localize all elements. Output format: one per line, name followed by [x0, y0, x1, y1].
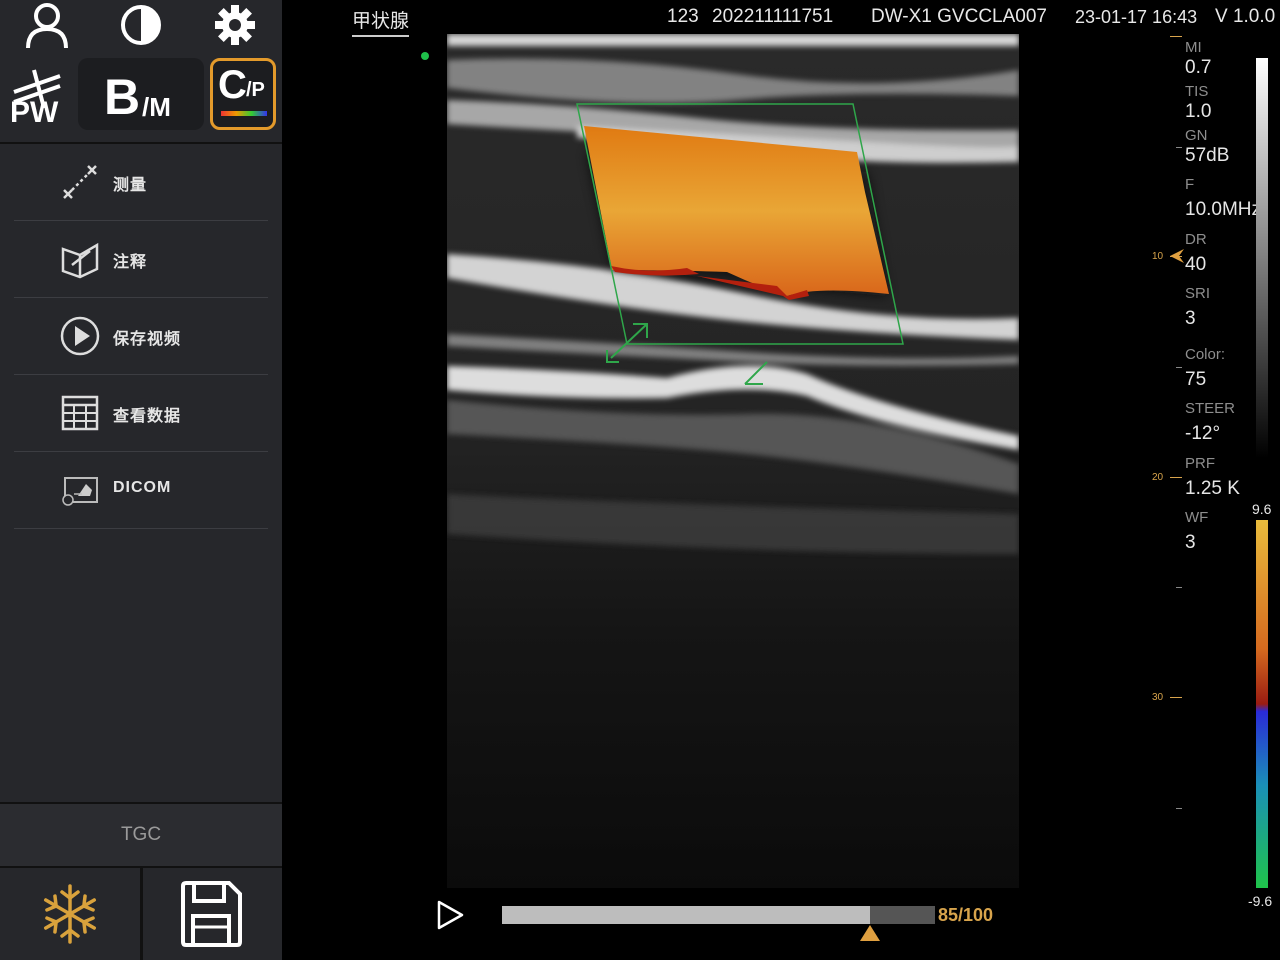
param-value-wf: 3	[1185, 532, 1196, 553]
save-icon	[181, 881, 242, 947]
measure-icon	[63, 165, 97, 199]
bm-mode-label-main: B	[104, 69, 141, 125]
cine-progress-handle[interactable]	[860, 925, 880, 941]
param-label-f: F	[1185, 176, 1195, 193]
param-value-steer: -12°	[1185, 423, 1221, 444]
param-label-gn: GN	[1185, 127, 1208, 144]
frame-counter: 85/100	[938, 905, 994, 925]
param-label-prf: PRF	[1185, 455, 1215, 472]
cp-mode-label-main: C	[218, 63, 247, 107]
table-icon	[61, 395, 99, 431]
menu-item-view-data[interactable]: 查看数据	[14, 375, 268, 452]
user-icon[interactable]	[23, 2, 71, 49]
tgc-label: TGC	[120, 824, 162, 845]
param-value-prf: 1.25 K	[1185, 478, 1240, 499]
param-label-mi: MI	[1185, 39, 1202, 56]
probe-preset[interactable]: 甲状腺	[352, 6, 410, 37]
menu-item-label: 保存视频	[113, 331, 182, 348]
datetime: 23-01-17 16:43	[1075, 7, 1198, 27]
exam-id: 202211111751	[712, 6, 834, 27]
play-icon[interactable]	[434, 899, 466, 931]
annotate-icon	[61, 242, 99, 279]
depth-tick	[1170, 477, 1182, 478]
left-sidebar: PW B /M C /P 测量 注释 保存视频 查看数据 DICOM TGC	[0, 0, 282, 960]
cine-progress-fill	[502, 906, 870, 924]
depth-tick	[1170, 697, 1182, 698]
function-menu: 测量 注释 保存视频 查看数据 DICOM	[0, 142, 282, 802]
bm-mode-label-sub: /M	[142, 92, 171, 122]
version: V 1.0.0	[1215, 6, 1276, 27]
color-strip-icon	[221, 111, 267, 116]
pw-mode-label: PW	[10, 96, 59, 129]
color-scale-max: 9.6	[1252, 501, 1272, 517]
param-value-color: 75	[1185, 369, 1207, 390]
menu-item-measure[interactable]: 测量	[14, 144, 268, 221]
depth-tick	[1176, 147, 1182, 148]
cine-progress-bar[interactable]	[502, 906, 935, 924]
menu-item-save-video[interactable]: 保存视频	[14, 298, 268, 375]
grayscale-bar	[1256, 58, 1268, 458]
cp-mode-label-sub: /P	[246, 79, 265, 101]
param-label-sri: SRI	[1185, 285, 1211, 302]
menu-item-label: DICOM	[113, 479, 172, 496]
patient-id: 123	[667, 6, 699, 27]
top-icon-bar	[0, 0, 282, 52]
ultrasound-canvas	[447, 34, 1019, 888]
save-button[interactable]	[143, 868, 282, 960]
depth-tick	[1176, 808, 1182, 809]
menu-item-dicom[interactable]: DICOM	[14, 452, 268, 529]
dicom-icon	[62, 477, 98, 506]
tgc-button[interactable]: TGC	[0, 802, 282, 868]
play-circle-icon	[60, 316, 100, 356]
param-label-steer: STEER	[1185, 400, 1236, 417]
depth-tick	[1176, 367, 1182, 368]
param-label-tis: TIS	[1185, 83, 1209, 100]
param-label-color: Color:	[1185, 346, 1226, 363]
color-scale-min: -9.6	[1248, 893, 1273, 909]
orientation-marker	[421, 52, 429, 60]
device-id: DW-X1 GVCCLA007	[871, 6, 1047, 27]
param-value-f: 10.0MHz	[1185, 199, 1262, 220]
param-label-dr: DR	[1185, 231, 1207, 248]
cp-mode-button[interactable]: C /P	[210, 58, 276, 130]
param-value-gn: 57dB	[1185, 145, 1230, 166]
param-label-wf: WF	[1185, 509, 1209, 526]
color-scale-bar	[1256, 520, 1268, 888]
pw-mode-button[interactable]: PW	[4, 58, 70, 130]
mode-selector: PW B /M C /P	[0, 52, 282, 138]
param-value-dr: 40	[1185, 254, 1207, 275]
menu-item-label: 注释	[113, 254, 148, 271]
focus-marker-icon[interactable]	[1170, 249, 1184, 263]
gear-icon[interactable]	[211, 2, 259, 48]
menu-item-annotate[interactable]: 注释	[14, 221, 268, 298]
param-value-tis: 1.0	[1185, 101, 1212, 122]
depth-tick	[1170, 36, 1182, 37]
param-value-mi: 0.7	[1185, 57, 1212, 78]
bm-mode-button[interactable]: B /M	[78, 58, 204, 130]
snowflake-icon	[44, 884, 96, 944]
depth-tick	[1176, 587, 1182, 588]
contrast-icon[interactable]	[117, 2, 165, 48]
ultrasound-image[interactable]	[447, 34, 1019, 888]
menu-item-label: 查看数据	[113, 408, 182, 425]
depth-label-20: 20	[1152, 472, 1164, 483]
depth-label-10: 10	[1152, 251, 1164, 262]
param-value-sri: 3	[1185, 308, 1196, 329]
freeze-button[interactable]	[0, 868, 140, 960]
menu-item-label: 测量	[113, 177, 148, 194]
depth-label-30: 30	[1152, 692, 1164, 703]
